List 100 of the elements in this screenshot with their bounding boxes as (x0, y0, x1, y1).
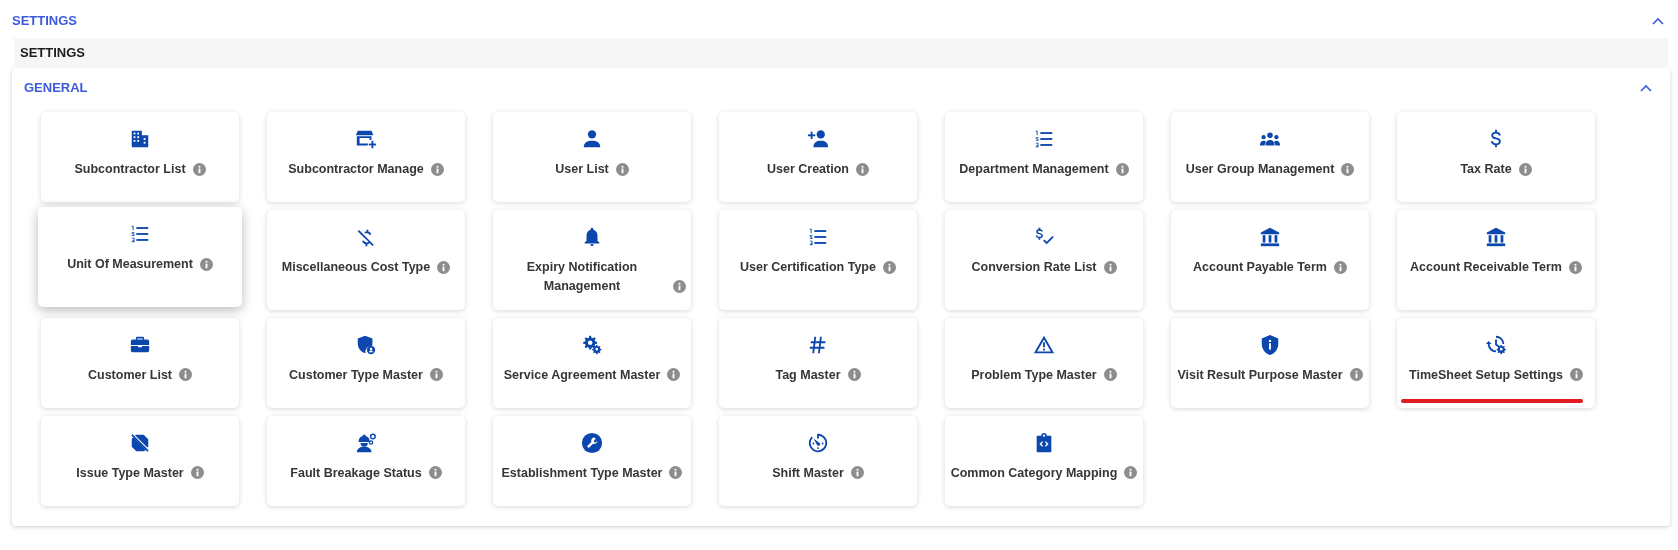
tile-label: Service Agreement Master (503, 366, 661, 384)
tile-label: Customer Type Master (289, 366, 423, 384)
tile-label: Subcontractor Manage (288, 161, 424, 178)
info-icon[interactable] (882, 260, 896, 274)
settings-tile[interactable]: User Certification Type (719, 210, 917, 310)
info-icon[interactable] (669, 466, 683, 480)
tile-label: Customer List (87, 366, 172, 384)
settings-tile[interactable]: Department Management (945, 112, 1143, 202)
tile-label: Department Management (959, 161, 1109, 178)
timer-icon (807, 431, 829, 454)
tile-label: Unit Of Measurement (67, 256, 193, 273)
settings-tile[interactable]: Miscellaneous Cost Type (267, 210, 465, 310)
tile-label: User Group Management (1185, 161, 1335, 178)
bank-icon (1259, 226, 1281, 248)
settings-tile[interactable]: Account Payable Term (1171, 210, 1369, 310)
wrench-icon (581, 431, 603, 454)
tile-label: Establishment Type Master (501, 464, 663, 482)
tile-label: TimeSheet Setup Settings (1409, 366, 1563, 384)
info-icon[interactable] (428, 466, 442, 480)
info-icon[interactable] (1341, 162, 1355, 176)
info-icon[interactable] (430, 162, 444, 176)
octagon-off-icon (129, 431, 151, 454)
tile-label: User Certification Type (740, 259, 876, 276)
info-icon[interactable] (1349, 368, 1363, 382)
info-icon[interactable] (437, 260, 451, 274)
tile-label: User Creation (767, 161, 849, 178)
settings-tile[interactable]: Unit Of Measurement (38, 207, 242, 307)
settings-tile[interactable]: Common Category Mapping (945, 415, 1143, 506)
numbered-list-icon (129, 223, 151, 245)
bank-icon (1485, 226, 1507, 248)
info-icon[interactable] (847, 368, 861, 382)
person-icon (581, 128, 603, 150)
group-title[interactable]: GENERAL (24, 80, 88, 95)
settings-tile[interactable]: Service Agreement Master (493, 317, 691, 408)
shield-info-icon (1259, 333, 1281, 356)
info-icon[interactable] (1115, 162, 1129, 176)
settings-tile[interactable]: Issue Type Master (41, 415, 239, 506)
numbered-list-icon (807, 226, 829, 248)
section-title[interactable]: SETTINGS (12, 13, 77, 28)
settings-tile[interactable]: User List (493, 112, 691, 202)
info-icon[interactable] (1570, 368, 1583, 382)
settings-tile[interactable]: Shift Master (719, 415, 917, 506)
clock-gear-icon (1485, 333, 1507, 356)
settings-tile[interactable]: Customer List (41, 317, 239, 408)
tile-label: Account Payable Term (1193, 259, 1327, 276)
info-icon[interactable] (1124, 466, 1138, 480)
collapse-chevron-icon[interactable] (1652, 16, 1664, 25)
settings-tile[interactable]: Problem Type Master (945, 317, 1143, 408)
settings-tile[interactable]: User Creation (719, 112, 917, 202)
tile-label: Fault Breakage Status (290, 464, 422, 482)
info-icon[interactable] (1568, 260, 1582, 274)
settings-tile[interactable]: Subcontractor List (41, 112, 239, 202)
settings-tile[interactable]: Customer Type Master (267, 317, 465, 408)
settings-tile[interactable]: User Group Management (1171, 112, 1369, 202)
settings-tile[interactable]: Conversion Rate List (945, 210, 1143, 310)
settings-tile[interactable]: Expiry Notification Management (493, 210, 691, 310)
settings-tile[interactable]: Tag Master (719, 317, 917, 408)
tile-label: Tax Rate (1460, 161, 1512, 178)
store-plus-icon (355, 128, 377, 150)
building-icon (129, 128, 151, 150)
gears-icon (581, 333, 603, 356)
tile-label: Common Category Mapping (950, 464, 1118, 482)
person-add-icon (807, 128, 829, 150)
info-icon[interactable] (429, 368, 443, 382)
tile-label: Tag Master (775, 366, 841, 384)
info-icon[interactable] (1333, 260, 1347, 274)
numbered-list-icon (1033, 128, 1055, 150)
info-icon[interactable] (199, 257, 213, 271)
info-icon[interactable] (1103, 368, 1117, 382)
info-icon[interactable] (667, 368, 681, 382)
tile-label: Problem Type Master (971, 366, 1097, 384)
settings-tile[interactable]: Account Receivable Term (1397, 210, 1595, 310)
settings-tile[interactable]: Subcontractor Manage (267, 112, 465, 202)
info-icon[interactable] (179, 368, 192, 382)
info-icon[interactable] (615, 162, 629, 176)
info-icon[interactable] (1518, 162, 1532, 176)
settings-tile[interactable]: Fault Breakage Status (267, 415, 465, 506)
worker-icon (355, 431, 377, 454)
tile-label: Conversion Rate List (971, 259, 1097, 276)
tile-label: Subcontractor List (74, 161, 186, 178)
subheader-title: SETTINGS (20, 45, 85, 60)
tile-label: User List (555, 161, 609, 178)
settings-tile[interactable]: TimeSheet Setup Settings (1397, 317, 1595, 408)
tile-label: Expiry Notification Management (525, 259, 639, 295)
tile-label: Miscellaneous Cost Type (281, 259, 431, 276)
info-icon[interactable] (856, 162, 869, 176)
tile-label: Shift Master (772, 464, 844, 482)
info-icon[interactable] (190, 466, 204, 480)
settings-tile[interactable]: Visit Result Purpose Master (1171, 317, 1369, 408)
info-icon[interactable] (1103, 260, 1117, 274)
info-icon[interactable] (850, 466, 864, 480)
settings-tile[interactable]: Establishment Type Master (493, 415, 691, 506)
tile-label: Visit Result Purpose Master (1177, 366, 1343, 384)
tile-label: Issue Type Master (76, 464, 184, 482)
info-icon[interactable] (192, 162, 206, 176)
shield-user-icon (355, 333, 377, 356)
collapse-chevron-icon[interactable] (1640, 83, 1652, 92)
tile-label: Account Receivable Term (1410, 259, 1562, 276)
settings-tile[interactable]: Tax Rate (1397, 112, 1595, 202)
info-icon[interactable] (673, 279, 686, 293)
